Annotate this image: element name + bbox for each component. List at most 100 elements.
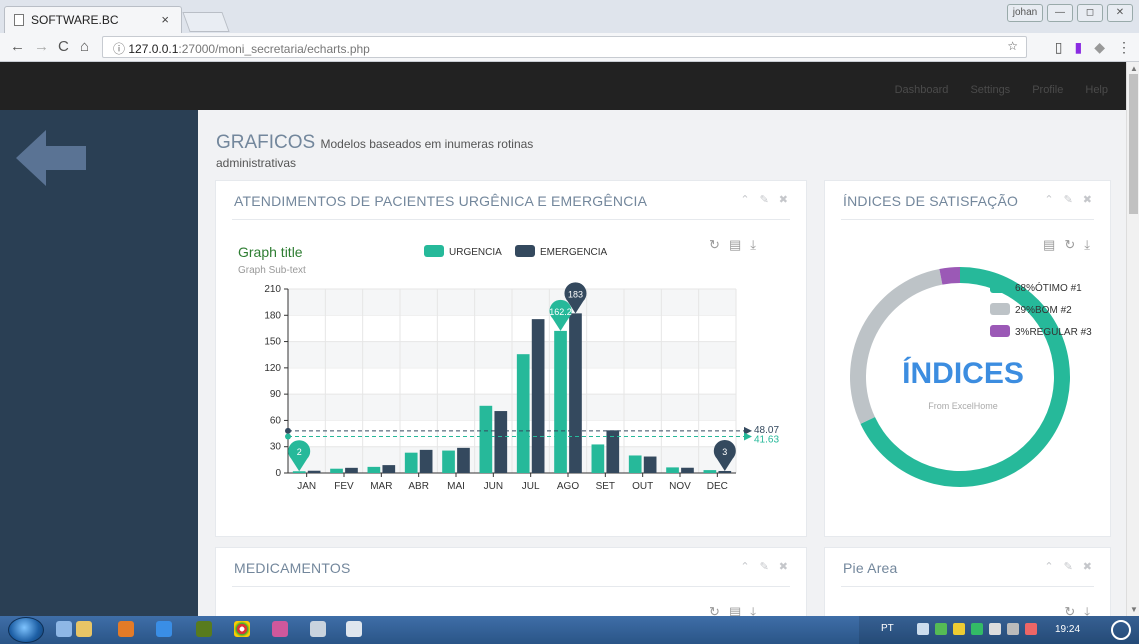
network-icon[interactable] [917, 623, 929, 635]
x-tick-label: DEC [707, 481, 728, 492]
wrench-icon[interactable]: ✎ [1064, 560, 1073, 573]
back-arrow-icon[interactable] [16, 128, 86, 188]
collapse-icon[interactable]: ⌃ [1044, 560, 1053, 573]
wordpad-icon[interactable] [346, 621, 362, 637]
volume-icon[interactable] [1025, 623, 1037, 635]
wrench-icon[interactable]: ✎ [760, 193, 769, 206]
close-icon[interactable]: ✖ [779, 560, 788, 573]
y-tick-label: 60 [270, 415, 282, 426]
new-tab-button[interactable] [182, 12, 230, 32]
flag-icon[interactable] [989, 623, 1001, 635]
language-indicator[interactable]: PT [881, 623, 894, 634]
extension-puzzle-icon[interactable]: ◆ [1094, 39, 1105, 56]
maximize-icon[interactable]: ◻ [1077, 4, 1103, 22]
donut-subtitle: From ExcelHome [928, 401, 998, 411]
data-view-icon[interactable]: ▤ [729, 604, 741, 616]
save-image-icon[interactable]: ⤓ [1084, 604, 1090, 616]
bar-urgencia-nov [666, 467, 679, 473]
y-tick-label: 210 [264, 284, 281, 295]
mark-line-arrow [744, 432, 752, 441]
scrollbar-thumb[interactable] [1129, 74, 1138, 214]
mark-point-label: 3 [722, 447, 727, 457]
info-icon: ⓘ [113, 42, 129, 56]
reload-icon[interactable]: C [58, 38, 69, 55]
bar-urgencia-out [628, 455, 642, 473]
nav-link-dashboard[interactable]: Dashboard [895, 84, 949, 96]
main-content: GRAFICOS Modelos baseados em inumeras ro… [198, 110, 1126, 616]
extension-chart-icon[interactable]: ▮ [1075, 39, 1083, 56]
bookmark-star-icon[interactable]: ☆ [1007, 39, 1018, 53]
restore-icon[interactable]: ↻ [709, 604, 720, 616]
media-player-icon[interactable] [118, 621, 134, 637]
close-icon[interactable]: ✖ [1083, 193, 1092, 206]
panel-tools: ⌃ ✎ ✖ [1044, 560, 1092, 573]
start-button[interactable] [8, 617, 44, 643]
page-title-text: GRAFICOS [216, 132, 316, 153]
explorer-icon[interactable] [76, 621, 92, 637]
legend-swatch [990, 281, 1010, 293]
minimize-icon[interactable]: — [1047, 4, 1073, 22]
bar-urgencia-mar [367, 466, 381, 473]
y-tick-label: 120 [264, 363, 281, 374]
forward-icon[interactable]: → [34, 38, 49, 55]
scroll-up-icon[interactable]: ▲ [1130, 64, 1138, 73]
panel-tools: ⌃ ✎ ✖ [1044, 193, 1092, 206]
profile-button[interactable]: johan [1007, 4, 1043, 22]
close-tab-icon[interactable]: × [161, 12, 169, 27]
weather-icon[interactable] [1111, 620, 1131, 640]
display-icon[interactable] [1007, 623, 1019, 635]
bar-urgencia-ago [554, 330, 567, 473]
restore-icon[interactable]: ↻ [1064, 237, 1075, 253]
page-scrollbar[interactable]: ▲ ▼ [1126, 62, 1139, 616]
panel-satisfaction: ÍNDICES DE SATISFAÇÃO ⌃ ✎ ✖ ▤ ↻ ⤓ ÍNDICE… [824, 180, 1111, 537]
legend-label: 29%BOM #2 [1015, 305, 1072, 316]
mark-point-label: 183 [568, 289, 583, 299]
clock: 19:24 [1055, 624, 1081, 635]
nav-link-profile[interactable]: Profile [1032, 84, 1063, 96]
legend-swatch [515, 245, 535, 257]
data-view-icon[interactable]: ▤ [1043, 237, 1055, 253]
url-field[interactable]: ⓘ 127.0.0.1:27000/moni_secretaria/echart… [102, 36, 1027, 58]
panel-title: ATENDIMENTOS DE PACIENTES URGÊNICA E EME… [234, 193, 648, 209]
dreamweaver-icon[interactable] [196, 621, 212, 637]
menu-icon[interactable]: ⋮ [1117, 39, 1131, 56]
panel-divider [232, 586, 790, 587]
home-icon[interactable]: ⌂ [80, 38, 89, 55]
collapse-icon[interactable]: ⌃ [1044, 193, 1053, 206]
legend-label: EMERGENCIA [540, 247, 608, 258]
collapse-icon[interactable]: ⌃ [740, 560, 749, 573]
save-image-icon[interactable]: ⤓ [1084, 237, 1090, 253]
wrench-icon[interactable]: ✎ [760, 560, 769, 573]
collapse-icon[interactable]: ⌃ [740, 193, 749, 206]
bar-emergencia-nov [681, 467, 694, 473]
nav-link-help[interactable]: Help [1085, 84, 1108, 96]
bar-urgencia-jul [516, 354, 530, 473]
browser-tab[interactable]: SOFTWARE.BC × [4, 6, 182, 33]
x-tick-label: JUL [522, 481, 540, 492]
bar-emergencia-jul [531, 319, 545, 473]
page-title: GRAFICOS Modelos baseados em inumeras ro… [216, 132, 533, 154]
restore-icon[interactable]: ↻ [1064, 604, 1075, 616]
save-image-icon[interactable]: ⤓ [750, 604, 756, 616]
chrome-icon[interactable] [234, 621, 250, 637]
bar-chart: Graph title Graph Sub-text URGENCIA EMERGEN… [238, 244, 779, 492]
close-icon[interactable]: ✖ [1083, 560, 1092, 573]
donut-slice [939, 267, 960, 285]
close-window-icon[interactable]: ✕ [1107, 4, 1133, 22]
extension-icon[interactable]: ▯ [1055, 39, 1063, 56]
paint-icon[interactable] [272, 621, 288, 637]
ie-icon[interactable] [156, 621, 172, 637]
scroll-down-icon[interactable]: ▼ [1130, 605, 1138, 614]
panel-title: ÍNDICES DE SATISFAÇÃO [843, 193, 1019, 209]
app-tray-icon[interactable] [971, 623, 983, 635]
mark-line-label: 41.63 [754, 435, 779, 446]
wrench-icon[interactable]: ✎ [1064, 193, 1073, 206]
update-icon[interactable] [953, 623, 965, 635]
close-icon[interactable]: ✖ [779, 193, 788, 206]
nav-link-settings[interactable]: Settings [970, 84, 1010, 96]
security-icon[interactable] [935, 623, 947, 635]
notepad-icon[interactable] [310, 621, 326, 637]
bar-emergencia-jan [307, 470, 321, 473]
bar-emergencia-out [643, 456, 657, 473]
back-icon[interactable]: ← [10, 38, 25, 55]
